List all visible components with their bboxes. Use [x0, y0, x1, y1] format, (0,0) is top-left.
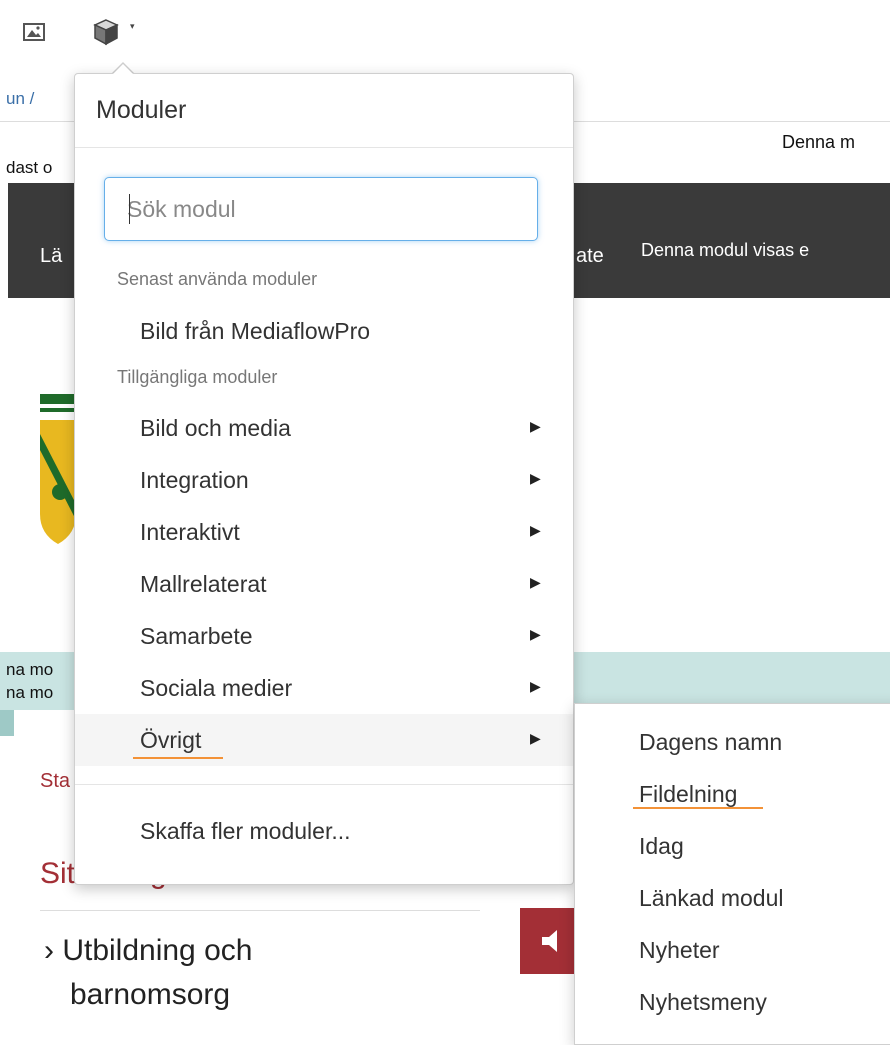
menu-divider [75, 147, 573, 148]
available-header: Tillgängliga moduler [117, 367, 278, 387]
top-right-text: Denna m [782, 132, 856, 152]
submenu-arrow-icon: ▶ [530, 730, 541, 746]
menu-item-label: Bild och media [140, 415, 291, 441]
submenu-arrow-icon: ▶ [530, 470, 541, 486]
submenu-item-dagens-namn[interactable]: Dagens namn [639, 729, 782, 756]
submenu-item-nyhetsmeny[interactable]: Nyhetsmeny [639, 989, 767, 1016]
menu-item-label: Sociala medier [140, 675, 293, 701]
nav-item-utbildning[interactable]: › Utbildning och [44, 934, 252, 968]
ovrigt-submenu: Dagens namn Fildelning Idag Länkad modul… [574, 703, 890, 1045]
side-heading-left: Sit [40, 857, 76, 890]
menu-item-label: Mallrelaterat [140, 571, 267, 597]
submenu-item-fildelning[interactable]: Fildelning [639, 781, 737, 808]
submenu-arrow-icon: ▶ [530, 418, 541, 434]
speaker-icon [542, 930, 557, 952]
notice-line-1: na mo [6, 660, 54, 679]
cube-icon[interactable] [86, 12, 126, 52]
side-label[interactable]: Sta [40, 770, 70, 793]
category-mallrelaterat[interactable]: Mallrelaterat ▶ [75, 558, 573, 610]
nav-item-utbildning-line2[interactable]: barnomsorg [70, 978, 230, 1012]
submenu-item-nyheter[interactable]: Nyheter [639, 937, 720, 964]
breadcrumb[interactable]: un / [6, 89, 34, 109]
submenu-arrow-icon: ▶ [530, 678, 541, 694]
text-cursor [129, 194, 130, 224]
category-ovrigt[interactable]: Övrigt ▶ [75, 714, 573, 766]
menu-divider-bottom [75, 784, 573, 785]
modules-dropdown: Moduler Senast använda moduler Bild från… [74, 73, 574, 885]
side-divider [40, 910, 480, 911]
menu-item-label: Bild från MediaflowPro [140, 318, 371, 344]
submenu-item-lankad-modul[interactable]: Länkad modul [639, 885, 784, 912]
hover-underline [133, 757, 223, 759]
category-interaktivt[interactable]: Interaktivt ▶ [75, 506, 573, 558]
chevron-down-icon[interactable]: ▾ [130, 21, 135, 32]
menu-item-label: Övrigt [140, 727, 202, 753]
coat-of-arms-logo [40, 394, 76, 549]
more-modules-link[interactable]: Skaffa fler moduler... [75, 805, 573, 857]
search-input[interactable] [104, 177, 538, 241]
menu-title: Moduler [96, 96, 187, 124]
image-icon[interactable] [14, 12, 54, 52]
submenu-arrow-icon: ▶ [530, 626, 541, 642]
menu-item-label: Skaffa fler moduler... [140, 818, 351, 844]
submenu-arrow-icon: ▶ [530, 574, 541, 590]
notice-strip [0, 710, 14, 736]
menu-item-label: Integration [140, 467, 249, 493]
recent-item-mediaflowpro[interactable]: Bild från MediaflowPro [75, 305, 573, 357]
recent-header: Senast använda moduler [117, 269, 318, 289]
menu-pointer-inner [113, 64, 133, 74]
category-sociala-medier[interactable]: Sociala medier ▶ [75, 662, 573, 714]
category-integration[interactable]: Integration ▶ [75, 454, 573, 506]
left-text: dast o [6, 158, 53, 177]
band-left-text: Lä [40, 245, 63, 267]
band-mid-text: ate [576, 245, 604, 267]
category-samarbete[interactable]: Samarbete ▶ [75, 610, 573, 662]
notice-line-2: na mo [6, 683, 54, 702]
hover-underline [633, 807, 763, 809]
submenu-item-idag[interactable]: Idag [639, 833, 684, 860]
category-bild-och-media[interactable]: Bild och media ▶ [75, 402, 573, 454]
menu-item-label: Samarbete [140, 623, 253, 649]
submenu-arrow-icon: ▶ [530, 522, 541, 538]
listen-button[interactable] [520, 908, 580, 974]
band-right-text: Denna modul visas e [641, 240, 810, 260]
menu-item-label: Interaktivt [140, 519, 240, 545]
